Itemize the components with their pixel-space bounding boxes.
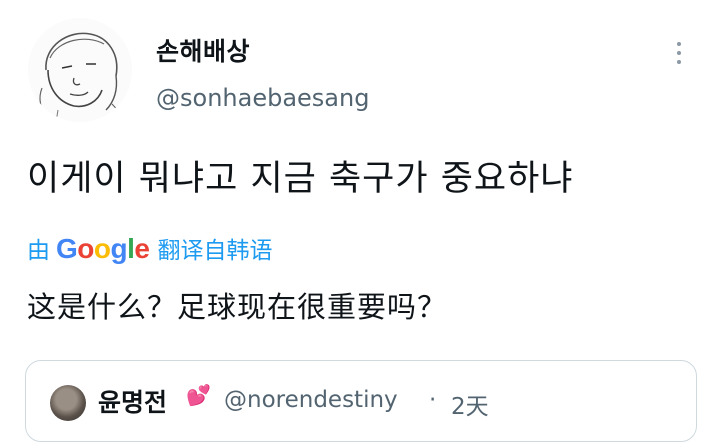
avatar-sketch-icon bbox=[28, 18, 132, 122]
more-dot-icon bbox=[677, 42, 681, 46]
avatar[interactable] bbox=[28, 18, 132, 122]
translated-by-suffix: 翻译自韩语 bbox=[157, 238, 273, 264]
quoted-display-name: 윤명전 bbox=[98, 388, 168, 417]
more-dot-icon bbox=[677, 51, 681, 55]
more-options-button[interactable] bbox=[664, 36, 694, 70]
google-logo: Google bbox=[56, 233, 150, 265]
google-letter: o bbox=[77, 233, 94, 264]
quoted-handle: @norendestiny bbox=[224, 387, 398, 413]
quoted-tweet-card[interactable]: 윤명전 💕 @norendestiny · 2天 bbox=[25, 360, 697, 442]
translated-by-line[interactable]: 由 Google 翻译自韩语 bbox=[27, 231, 272, 265]
google-letter: G bbox=[56, 233, 78, 264]
user-handle[interactable]: @sonhaebaesang bbox=[156, 84, 369, 112]
translated-text: 这是什么？足球现在很重要吗？ bbox=[27, 290, 448, 324]
translated-by-prefix: 由 bbox=[27, 238, 50, 264]
more-dot-icon bbox=[677, 60, 681, 64]
heart-emoji-icon: 💕 bbox=[186, 383, 211, 407]
google-letter: o bbox=[93, 233, 111, 264]
google-letter: g bbox=[110, 233, 128, 264]
google-letter: e bbox=[134, 233, 150, 264]
display-name[interactable]: 손해배상 bbox=[156, 32, 250, 68]
quoted-timestamp[interactable]: 2天 bbox=[451, 387, 489, 421]
tweet-text: 이게이 뭐냐고 지금 축구가 중요하냐 bbox=[27, 159, 574, 199]
quoted-avatar bbox=[50, 385, 86, 421]
separator-dot: · bbox=[429, 387, 437, 413]
